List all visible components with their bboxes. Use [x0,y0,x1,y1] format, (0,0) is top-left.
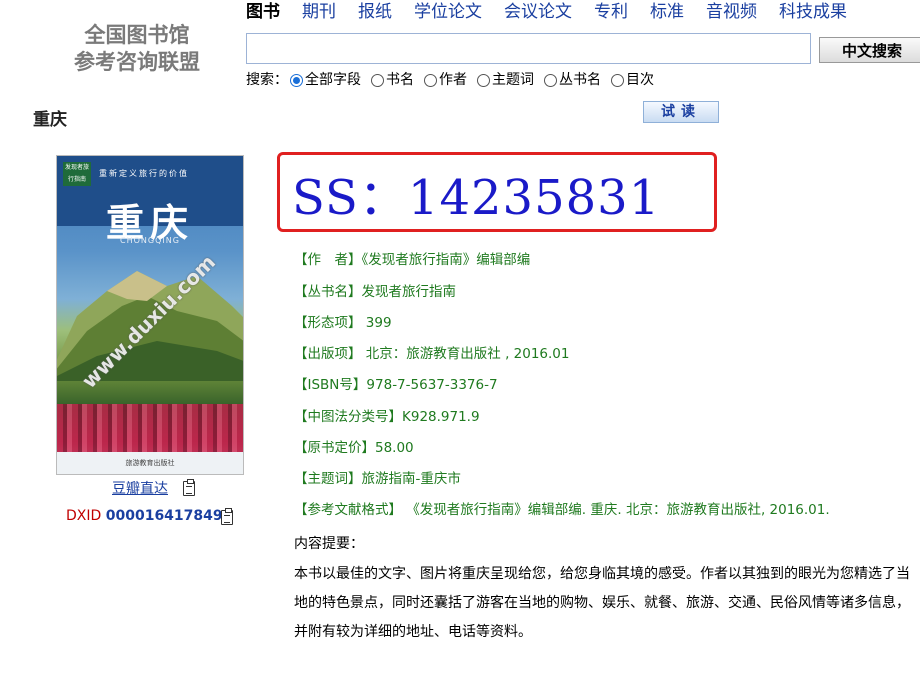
meta-value: 58.00 [375,440,414,456]
scope-option-label: 丛书名 [559,72,601,88]
nav-item-books[interactable]: 图书 [246,0,280,26]
scope-option-label: 书名 [386,72,414,88]
cover-flowers [57,404,243,452]
douban-link[interactable]: 豆瓣直达 [112,478,168,498]
nav-item-tech-results[interactable]: 科技成果 [779,0,847,26]
cover-slogan: 重新定义旅行的价值 [99,169,189,178]
site-logo[interactable]: 全国图书馆 参考咨询联盟 [62,22,212,76]
logo-line-1: 全国图书馆 [84,23,190,47]
meta-isbn: 【ISBN号】978-7-5637-3376-7 [294,376,498,394]
scope-radio-toc[interactable]: 目次 [611,71,654,89]
meta-value: 399 [361,315,392,331]
nav-item-theses[interactable]: 学位论文 [414,0,482,26]
meta-value: 北京：旅游教育出版社 , 2016.01 [361,346,570,362]
scope-option-label: 目次 [626,72,654,88]
nav-item-conference-papers[interactable]: 会议论文 [504,0,572,26]
nav-item-journals[interactable]: 期刊 [302,0,336,26]
meta-pages: 【形态项】 399 [294,314,392,332]
scope-radio-author[interactable]: 作者 [424,71,467,89]
scope-option-label: 作者 [439,72,467,88]
radio-icon[interactable] [477,73,490,87]
book-title: 重庆 [33,110,67,130]
nav-item-patents[interactable]: 专利 [594,0,628,26]
radio-icon[interactable] [371,73,384,87]
meta-price: 【原书定价】58.00 [294,439,414,457]
nav-item-audio-video[interactable]: 音视频 [706,0,757,26]
meta-key: 【原书定价】 [294,440,375,456]
chinese-search-button[interactable]: 中文搜索 [819,37,920,63]
scope-radio-title[interactable]: 书名 [371,71,414,89]
meta-key: 【主题词】 [294,471,362,487]
summary-text: 本书以最佳的文字、图片将重庆呈现给您，给您身临其境的感受。作者以其独到的眼光为您… [294,566,910,640]
cover-series-badge: 发现者旅行指南 [63,162,91,186]
meta-key: 【丛书名】 [294,284,362,300]
clipboard-icon[interactable] [221,508,233,525]
radio-checked-icon[interactable] [290,73,303,87]
meta-value: 旅游指南-重庆市 [361,471,461,487]
meta-value: 发现者旅行指南 [361,284,457,300]
search-input[interactable] [246,33,811,64]
meta-value: 《发现者旅行指南》编辑部编 [361,252,531,268]
meta-key: 【参考文献格式】 [294,502,402,518]
scope-radio-all-fields[interactable]: 全部字段 [290,71,361,89]
dxid-label: DXID [66,508,102,524]
dxid-value: 000016417849 [105,508,223,524]
scope-option-label: 主题词 [492,72,534,88]
meta-subject: 【主题词】旅游指南-重庆市 [294,470,461,488]
cover-publisher: 旅游教育出版社 [57,452,243,474]
radio-icon[interactable] [424,73,437,87]
nav-item-standards[interactable]: 标准 [650,0,684,26]
meta-key: 【形态项】 [294,315,362,331]
ss-number: SS：14235831 [292,170,661,226]
meta-value: K928.971.9 [402,409,480,425]
scope-radio-series[interactable]: 丛书名 [544,71,601,89]
meta-citation: 【参考文献格式】 《发现者旅行指南》编辑部编. 重庆. 北京：旅游教育出版社, … [294,501,830,519]
cover-pinyin: CHONGQING [120,236,180,245]
search-scope: 搜索： 全部字段 书名 作者 主题词 丛书名 目次 [246,71,664,89]
dxid: DXID 000016417849 [66,508,223,524]
category-nav: 图书 期刊 报纸 学位论文 会议论文 专利 标准 音视频 科技成果 [246,0,869,26]
logo-line-2: 参考咨询联盟 [74,50,200,74]
trial-read-button[interactable]: 试读 [643,101,719,123]
meta-key: 【作 者】 [294,252,362,268]
meta-series: 【丛书名】发现者旅行指南 [294,283,456,301]
meta-classification: 【中图法分类号】K928.971.9 [294,408,480,426]
radio-icon[interactable] [544,73,557,87]
meta-value: 978-7-5637-3376-7 [366,377,498,393]
clipboard-icon[interactable] [183,479,195,496]
meta-key: 【ISBN号】 [294,377,367,393]
radio-icon[interactable] [611,73,624,87]
scope-option-label: 全部字段 [305,72,361,88]
meta-publisher: 【出版项】 北京：旅游教育出版社 , 2016.01 [294,345,570,363]
scope-radio-subject[interactable]: 主题词 [477,71,534,89]
meta-value: 《发现者旅行指南》编辑部编. 重庆. 北京：旅游教育出版社, 2016.01. [402,502,830,518]
summary-title: 内容提要： [294,536,364,552]
meta-author: 【作 者】《发现者旅行指南》编辑部编 [294,251,530,269]
meta-key: 【出版项】 [294,346,362,362]
nav-item-newspapers[interactable]: 报纸 [358,0,392,26]
meta-key: 【中图法分类号】 [294,409,402,425]
search-scope-label: 搜索： [246,72,288,88]
book-cover-image[interactable]: 发现者旅行指南 重新定义旅行的价值 重庆 CHONGQING www.duxiu… [56,155,244,475]
